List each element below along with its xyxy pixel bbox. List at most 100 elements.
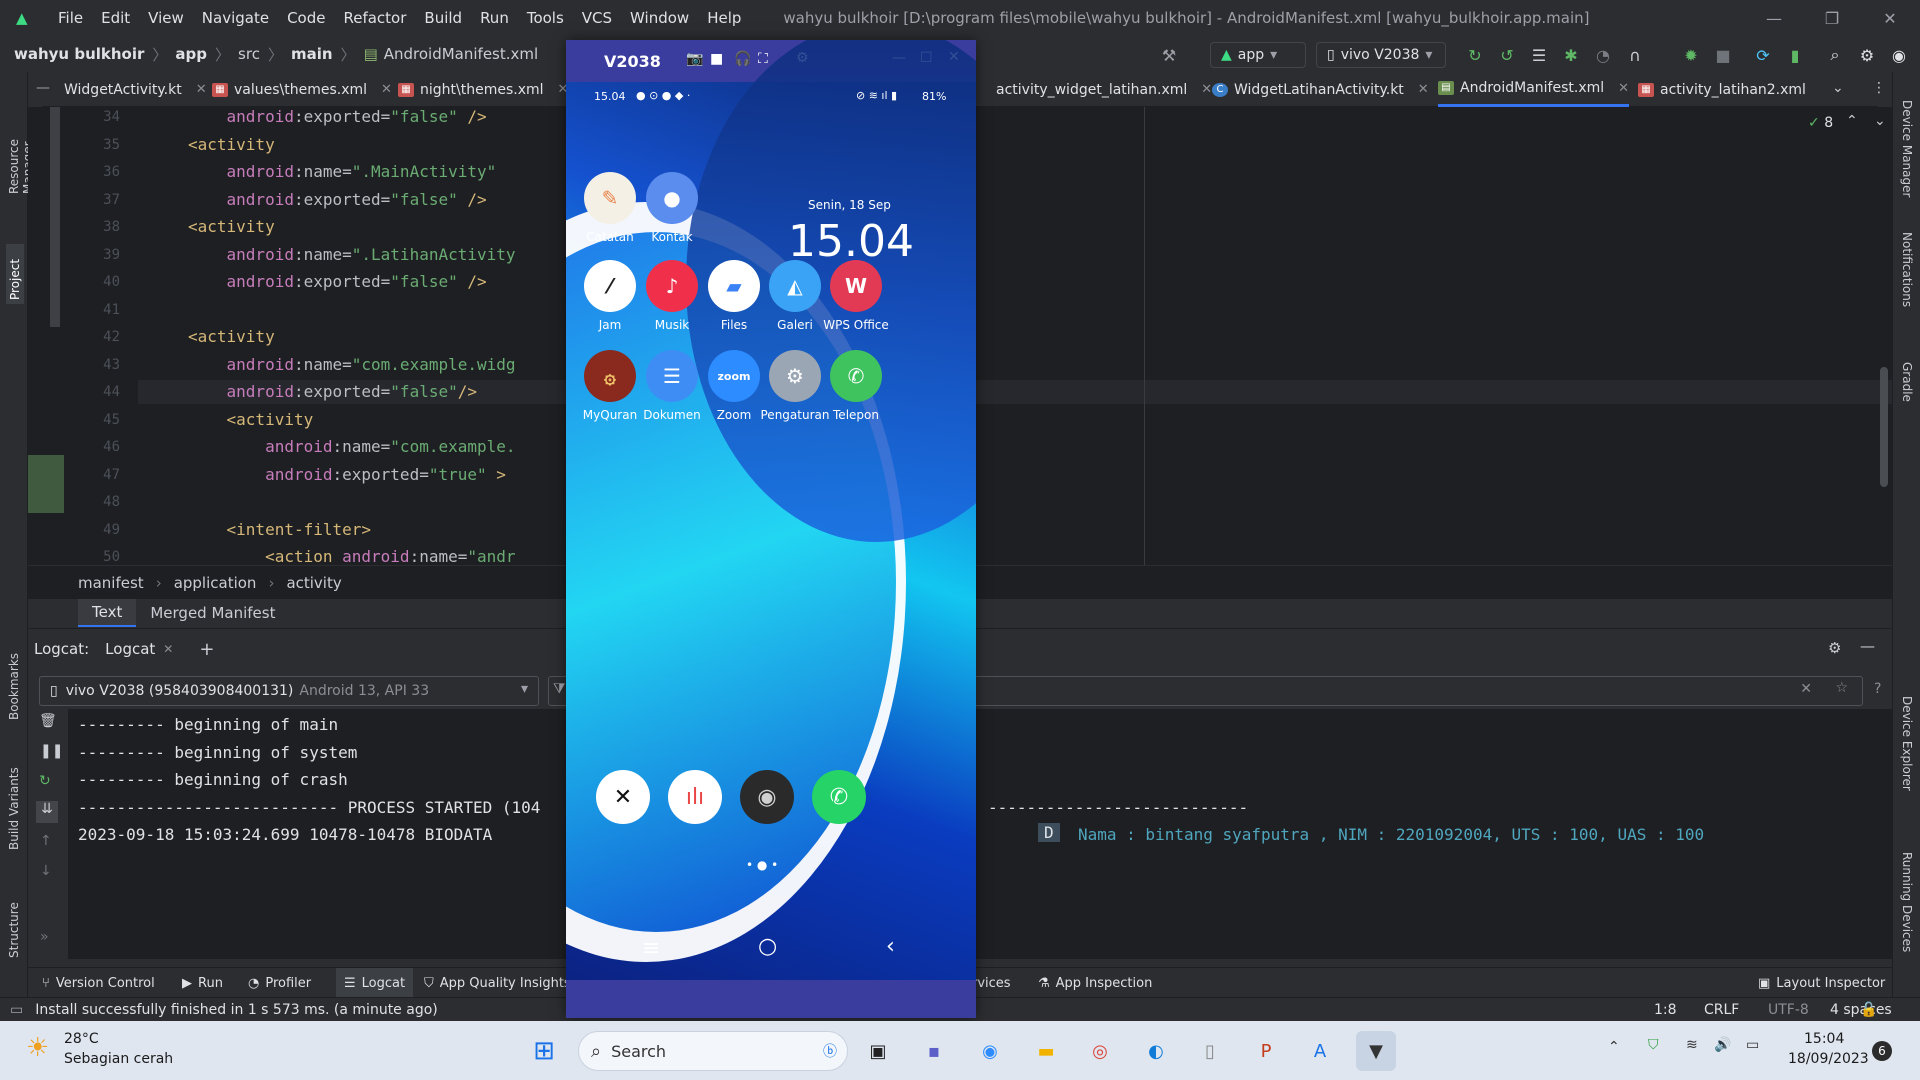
help-icon[interactable]: ? [1874, 681, 1881, 697]
android-studio-taskbar-icon[interactable]: A [1300, 1031, 1340, 1071]
menu-code[interactable]: Code [287, 9, 325, 27]
clear-filter-icon[interactable]: ✕ [1800, 681, 1812, 697]
device-explorer-tool[interactable]: Device Explorer [1900, 696, 1914, 806]
pause-icon[interactable]: ❚❚ [40, 743, 63, 759]
close-icon[interactable]: ✕ [1201, 82, 1212, 97]
home-icon[interactable]: ○ [758, 934, 777, 959]
chrome-icon[interactable]: ◎ [1080, 1031, 1120, 1071]
restore-button[interactable]: ❐ [1804, 0, 1860, 36]
start-icon[interactable]: ⊞ [524, 1031, 564, 1071]
arrow-up-icon[interactable]: ↑ [40, 833, 52, 849]
debug-icon[interactable]: ✱ [1560, 44, 1582, 66]
tab-values-themes[interactable]: ▦ values\themes.xml ✕ [212, 72, 392, 107]
run-config-select[interactable]: ▲ app ▾ [1210, 42, 1306, 68]
app-kontak[interactable]: ● Kontak [636, 172, 708, 244]
recorder-icon[interactable]: ılı [668, 770, 722, 824]
notifications-tool[interactable]: Notifications [1900, 232, 1914, 332]
profiler-tool[interactable]: ◔ Profiler [248, 968, 311, 998]
wifi-icon[interactable]: ≋ [1686, 1037, 1698, 1053]
tab-night-themes[interactable]: ▦ night\themes.xml ✕ [398, 72, 568, 107]
headphones-icon[interactable]: 🎧 [734, 51, 751, 67]
line-separator[interactable]: CRLF [1704, 1002, 1739, 1018]
minimize-panel-icon[interactable]: — [1860, 637, 1875, 655]
scroll-to-end-icon[interactable]: ⇊ [36, 801, 58, 823]
close-icon[interactable]: ✕ [1418, 82, 1429, 97]
screenshot-icon[interactable]: 📷 [686, 51, 703, 67]
trash-icon[interactable]: 🗑 [39, 713, 57, 729]
menu-tools[interactable]: Tools [527, 9, 564, 27]
editor-scrollbar[interactable] [1880, 367, 1888, 487]
weather-icon[interactable]: ☀ [26, 1033, 49, 1063]
back-icon[interactable]: ‹ [886, 934, 895, 959]
version-control-tool[interactable]: ⑂ Version Control [42, 968, 155, 998]
tab-text[interactable]: Text [78, 599, 137, 627]
breadcrumb-module[interactable]: app [175, 45, 207, 63]
tab-merged-manifest[interactable]: Merged Manifest [136, 600, 289, 626]
app-quality-insights-tool[interactable]: ⛉ App Quality Insights [424, 968, 571, 998]
logcat-output[interactable]: --------- beginning of main --------- be… [68, 709, 1892, 959]
sync-icon[interactable]: ⟳ [1752, 44, 1774, 66]
running-devices-tool[interactable]: Running Devices [1900, 852, 1914, 962]
crumb-application[interactable]: application [174, 574, 257, 592]
search-box[interactable]: ⌕ Search ⓑ [578, 1031, 848, 1071]
list-icon[interactable]: ☰ [1528, 44, 1550, 66]
menu-refactor[interactable]: Refactor [343, 9, 406, 27]
breadcrumb-project[interactable]: wahyu bulkhoir [14, 45, 144, 63]
caret-position[interactable]: 1:8 [1654, 1002, 1677, 1018]
crumb-activity[interactable]: activity [286, 574, 341, 592]
app-telepon[interactable]: ✆ Telepon [820, 350, 892, 422]
lock-icon[interactable]: 🔓 [1860, 1002, 1877, 1018]
inspection-widget[interactable]: ✓ 8 [1808, 115, 1833, 131]
capcut-icon[interactable]: ✕ [596, 770, 650, 824]
fullscreen-icon[interactable]: ⛶ [758, 51, 768, 67]
logcat-tool[interactable]: ☰ Logcat [336, 968, 414, 998]
menu-window[interactable]: Window [630, 9, 689, 27]
teams-chat-icon[interactable]: ▪ [914, 1031, 954, 1071]
status-window-icon[interactable]: ▭ [10, 1002, 23, 1018]
crumb-manifest[interactable]: manifest [78, 574, 144, 592]
powerpoint-icon[interactable]: P [1246, 1031, 1286, 1071]
close-icon[interactable]: ✕ [381, 82, 392, 97]
close-icon[interactable]: ✕ [196, 82, 207, 97]
tab-widgetlatihanactivity[interactable]: C WidgetLatihanActivity.kt ✕ [1212, 72, 1429, 107]
more-options-icon[interactable]: ⋮ [1872, 80, 1886, 96]
gear-icon[interactable]: ⚙ [1828, 639, 1841, 657]
close-icon[interactable]: ✕ [163, 642, 173, 656]
task-view-icon[interactable]: ▣ [858, 1031, 898, 1071]
build-hammer-icon[interactable]: ⚒ [1158, 44, 1180, 66]
attach-icon[interactable]: ∩ [1624, 44, 1646, 66]
structure-tool[interactable]: Structure [7, 878, 21, 958]
bookmarks-tool[interactable]: Bookmarks [7, 640, 21, 720]
chevron-down-icon[interactable]: ⌄ [1832, 80, 1844, 96]
chevron-up-icon[interactable]: ⌃ [1846, 113, 1858, 129]
menu-build[interactable]: Build [424, 9, 462, 27]
apply-changes-icon[interactable]: ↺ [1496, 44, 1518, 66]
menu-edit[interactable]: Edit [101, 9, 130, 27]
app-inspection-tool[interactable]: ⚗ App Inspection [1038, 968, 1152, 998]
scrcpy-icon[interactable]: ▼ [1356, 1031, 1396, 1071]
weather-desc[interactable]: Sebagian cerah [64, 1051, 173, 1067]
tab-activity-widget-latihan[interactable]: activity_widget_latihan.xml ✕ [996, 72, 1212, 107]
minimize-button[interactable]: — [1746, 0, 1802, 36]
status-message[interactable]: Install successfully finished in 1 s 573… [35, 1002, 438, 1018]
search-icon[interactable]: ⌕ [1824, 44, 1846, 66]
battery-icon[interactable]: ▭ [1746, 1037, 1759, 1053]
device-mirror-icon[interactable]: ▮ [1784, 44, 1806, 66]
project-tool[interactable]: Project [6, 244, 24, 304]
close-button[interactable]: ✕ [1862, 0, 1918, 36]
record-icon[interactable]: ■ [710, 51, 723, 67]
phone-screen[interactable]: 15.04 ● ⊙ ● ◆ · ⊘ ≋ ıl ▮ 81% Senin, 18 S… [566, 40, 976, 1018]
chevron-up-icon[interactable]: ⌃ [1608, 1039, 1620, 1055]
camera-icon[interactable]: ◉ [740, 770, 794, 824]
run-tool[interactable]: ▶ Run [182, 968, 223, 998]
breadcrumb-file[interactable]: AndroidManifest.xml [384, 45, 538, 63]
account-icon[interactable]: ◉ [1888, 44, 1910, 66]
gear-icon[interactable]: ⚙ [1856, 44, 1878, 66]
gradle-tool[interactable]: Gradle [1900, 362, 1914, 422]
chevron-down-icon[interactable]: ⌄ [1874, 113, 1886, 129]
clock-time[interactable]: 15:04 [1804, 1031, 1844, 1047]
file-explorer-icon[interactable]: ▬ [1026, 1031, 1066, 1071]
file-encoding[interactable]: UTF-8 [1768, 1002, 1809, 1018]
tabs-menu-icon[interactable]: — [36, 80, 50, 96]
build-variants-tool[interactable]: Build Variants [7, 750, 21, 850]
